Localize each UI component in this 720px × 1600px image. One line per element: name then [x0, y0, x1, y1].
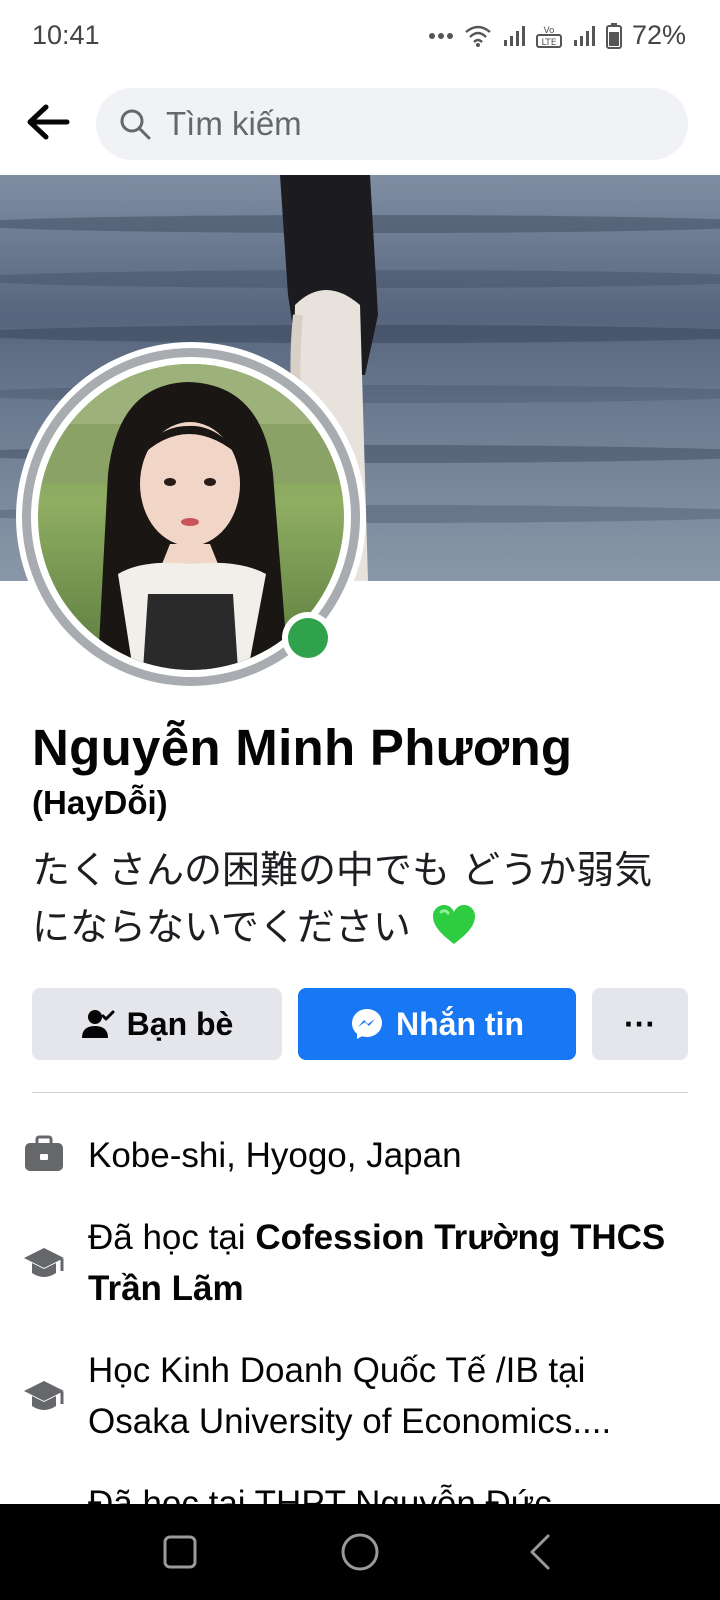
signal-icon	[502, 24, 526, 48]
message-button-label: Nhắn tin	[396, 1005, 524, 1042]
divider	[32, 1092, 688, 1093]
messenger-icon	[352, 1009, 382, 1039]
battery-percent: 72%	[631, 20, 686, 50]
green-heart-icon	[432, 905, 475, 944]
profile-name: Nguyễn Minh Phương	[32, 719, 573, 776]
wifi-icon	[464, 24, 492, 48]
status-time: 10:41	[32, 20, 100, 50]
status-bar: 10:41 LTE Vo 72%	[0, 0, 720, 74]
volte-icon: LTE Vo	[535, 23, 562, 49]
graduation-cap-icon	[24, 1248, 64, 1277]
svg-text:LTE: LTE	[541, 38, 556, 48]
info-text-education-1: Đã học tại Cofession Trường THCS Trần Lã…	[88, 1218, 666, 1308]
profile-alternate-name: (HayDỗi)	[32, 784, 168, 821]
info-text-education-2: Học Kinh Doanh Quốc Tế /IB tại Osaka Uni…	[88, 1351, 612, 1441]
profile-bio: たくさんの困難の中でも どうか弱気 にならないでください	[32, 842, 692, 956]
message-button[interactable]: Nhắn tin	[298, 988, 576, 1060]
arrow-left-icon	[27, 104, 70, 140]
more-options-button[interactable]: ···	[592, 988, 688, 1060]
friend-check-icon	[81, 1010, 115, 1038]
bio-line-1: たくさんの困難の中でも どうか弱気	[32, 848, 653, 892]
signal-icon	[572, 24, 596, 48]
search-input[interactable]: Tìm kiếm	[96, 88, 688, 160]
more-options-label: ···	[624, 1005, 656, 1042]
briefcase-icon	[25, 1135, 63, 1171]
svg-text:Vo: Vo	[543, 26, 554, 36]
friends-button[interactable]: Bạn bè	[32, 988, 282, 1060]
back-nav-icon	[530, 1534, 550, 1570]
home-button[interactable]	[336, 1528, 384, 1576]
system-nav-bar	[0, 1504, 720, 1600]
recent-apps-button[interactable]	[156, 1528, 204, 1576]
friends-button-label: Bạn bè	[126, 1005, 234, 1042]
recent-apps-icon	[163, 1535, 197, 1569]
status-icons: LTE Vo 72%	[428, 20, 686, 51]
search-header: Tìm kiếm	[0, 74, 720, 172]
bio-line-2: にならないでください	[32, 905, 411, 949]
online-status-indicator	[282, 612, 334, 664]
search-icon	[120, 109, 151, 140]
graduation-cap-icon	[24, 1381, 64, 1410]
info-text-location: Kobe-shi, Hyogo, Japan	[88, 1136, 462, 1175]
home-icon	[341, 1533, 379, 1571]
search-placeholder: Tìm kiếm	[166, 105, 302, 142]
battery-icon	[605, 22, 622, 49]
more-dots-icon	[428, 32, 454, 40]
back-button[interactable]	[22, 96, 74, 148]
back-nav-button[interactable]	[516, 1528, 564, 1576]
